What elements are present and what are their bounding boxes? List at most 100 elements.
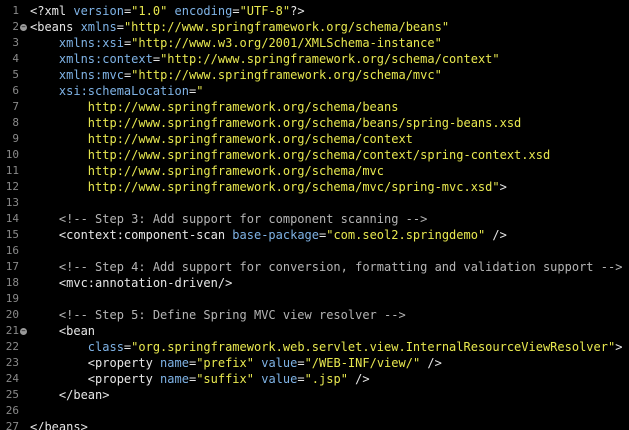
code-token-val: "http://www.springframework.org/schema/m… xyxy=(131,68,442,82)
line-number: 22 xyxy=(5,340,19,353)
code-token-text: > xyxy=(615,340,623,354)
code-line[interactable]: 24 <property name="suffix" value=".jsp" … xyxy=(0,371,629,387)
line-content[interactable]: xsi:schemaLocation=" xyxy=(30,83,204,99)
line-content[interactable]: http://www.springframework.org/schema/mv… xyxy=(30,179,507,195)
code-line[interactable]: 14 <!-- Step 3: Add support for componen… xyxy=(0,211,629,227)
line-number: 19 xyxy=(5,292,19,305)
line-content[interactable]: <beans xmlns="http://www.springframework… xyxy=(30,19,449,35)
code-area[interactable]: 1 <?xml version="1.0" encoding="UTF-8"?> 2… xyxy=(0,3,629,430)
line-content[interactable]: http://www.springframework.org/schema/mv… xyxy=(30,163,384,179)
code-token-val: " xyxy=(196,84,204,98)
line-number: 9 xyxy=(12,132,19,145)
code-token-attr: name xyxy=(160,356,189,370)
code-token-text: <property xyxy=(30,356,161,370)
code-token-attr: xmlns:context xyxy=(58,52,153,66)
code-line[interactable]: 7 http://www.springframework.org/schema/… xyxy=(0,99,629,115)
line-number: 16 xyxy=(5,244,19,257)
line-content[interactable]: xmlns:mvc="http://www.springframework.or… xyxy=(30,67,442,83)
code-token-text: > xyxy=(499,180,507,194)
code-token-val: "http://www.w3.org/2001/XMLSchema-instan… xyxy=(131,36,442,50)
code-token-val: "suffix" xyxy=(196,372,254,386)
code-line[interactable]: 10 http://www.springframework.org/schema… xyxy=(0,147,629,163)
code-line[interactable]: 19 xyxy=(0,291,629,307)
code-token-text: <context:component-scan xyxy=(30,228,233,242)
code-token-text: <property xyxy=(30,372,161,386)
code-line[interactable]: 5 xmlns:mvc="http://www.springframework.… xyxy=(0,67,629,83)
line-content[interactable]: <!-- Step 4: Add support for conversion,… xyxy=(30,259,623,275)
code-line[interactable]: 23 <property name="prefix" value="/WEB-I… xyxy=(0,355,629,371)
code-token-val: "org.springframework.web.servlet.view.In… xyxy=(131,340,616,354)
code-line[interactable]: 20 <!-- Step 5: Define Spring MVC view r… xyxy=(0,307,629,323)
line-content[interactable]: http://www.springframework.org/schema/co… xyxy=(30,131,413,147)
line-number: 8 xyxy=(12,116,19,129)
code-line[interactable]: 1 <?xml version="1.0" encoding="UTF-8"?> xyxy=(0,3,629,19)
line-content[interactable]: class="org.springframework.web.servlet.v… xyxy=(30,339,623,355)
code-token-text: <bean xyxy=(30,324,96,338)
code-token-val: http://www.springframework.org/schema/be… xyxy=(30,116,522,130)
code-line[interactable]: 11 http://www.springframework.org/schema… xyxy=(0,163,629,179)
code-line[interactable]: 21− <bean xyxy=(0,323,629,339)
code-token-text: = xyxy=(152,52,161,66)
code-line[interactable]: 17 <!-- Step 4: Add support for conversi… xyxy=(0,259,629,275)
code-line[interactable]: 15 <context:component-scan base-package=… xyxy=(0,227,629,243)
code-line[interactable]: 3 xmlns:xsi="http://www.w3.org/2001/XMLS… xyxy=(0,35,629,51)
code-line[interactable]: 25 </bean> xyxy=(0,387,629,403)
code-token-attr: base-package xyxy=(232,228,319,242)
line-content[interactable]: </beans> xyxy=(30,419,88,430)
line-number: 3 xyxy=(12,36,19,49)
code-line[interactable]: 12 http://www.springframework.org/schema… xyxy=(0,179,629,195)
code-token-text: <beans xyxy=(30,20,81,34)
code-line[interactable]: 2− <beans xmlns="http://www.springframewo… xyxy=(0,19,629,35)
line-content[interactable]: <bean xyxy=(30,323,95,339)
line-content[interactable]: <!-- Step 3: Add support for component s… xyxy=(30,211,427,227)
fold-collapse-icon[interactable]: − xyxy=(20,328,27,335)
code-editor[interactable]: 1 <?xml version="1.0" encoding="UTF-8"?> 2… xyxy=(0,0,629,430)
line-number: 21 xyxy=(5,324,19,337)
code-token-attr: xsi:schemaLocation xyxy=(58,84,189,98)
line-content[interactable]: http://www.springframework.org/schema/be… xyxy=(30,115,521,131)
code-line[interactable]: 8 http://www.springframework.org/schema/… xyxy=(0,115,629,131)
line-number: 11 xyxy=(5,164,19,177)
fold-collapse-icon[interactable]: − xyxy=(20,24,27,31)
line-content[interactable]: <!-- Step 5: Define Spring MVC view reso… xyxy=(30,307,406,323)
line-content[interactable]: <mvc:annotation-driven/> xyxy=(30,275,232,291)
line-number: 2 xyxy=(12,20,19,33)
line-number: 5 xyxy=(12,68,19,81)
code-token-val: "UTF-8" xyxy=(239,4,291,18)
line-number: 10 xyxy=(5,148,19,161)
code-line[interactable]: 27 </beans> xyxy=(0,419,629,430)
line-content[interactable]: <property name="suffix" value=".jsp" /> xyxy=(30,371,370,387)
code-token-val: "http://www.springframework.org/schema/c… xyxy=(160,52,500,66)
code-line[interactable]: 22 class="org.springframework.web.servle… xyxy=(0,339,629,355)
line-content[interactable]: xmlns:context="http://www.springframewor… xyxy=(30,51,500,67)
line-number: 27 xyxy=(5,420,19,430)
code-token-val: "prefix" xyxy=(196,356,254,370)
line-content[interactable]: xmlns:xsi="http://www.w3.org/2001/XMLSch… xyxy=(30,35,442,51)
line-number: 26 xyxy=(5,404,19,417)
code-token-val: "1.0" xyxy=(131,4,168,18)
line-content[interactable]: http://www.springframework.org/schema/be… xyxy=(30,99,399,115)
line-content[interactable]: </bean> xyxy=(30,387,110,403)
code-token-attr: value xyxy=(261,372,298,386)
line-number: 4 xyxy=(12,52,19,65)
code-token-text: = xyxy=(297,356,305,370)
code-line[interactable]: 16 xyxy=(0,243,629,259)
code-token-text: = xyxy=(116,20,124,34)
code-line[interactable]: 6 xsi:schemaLocation=" xyxy=(0,83,629,99)
line-content[interactable]: http://www.springframework.org/schema/co… xyxy=(30,147,550,163)
code-line[interactable]: 9 http://www.springframework.org/schema/… xyxy=(0,131,629,147)
line-content[interactable]: <property name="prefix" value="/WEB-INF/… xyxy=(30,355,442,371)
code-token-attr: name xyxy=(160,372,189,386)
code-line[interactable]: 13 xyxy=(0,195,629,211)
code-token-attr: xmlns:mvc xyxy=(58,68,124,82)
code-line[interactable]: 4 xmlns:context="http://www.springframew… xyxy=(0,51,629,67)
code-line[interactable]: 26 xyxy=(0,403,629,419)
line-content[interactable]: <context:component-scan base-package="co… xyxy=(30,227,507,243)
code-line[interactable]: 18 <mvc:annotation-driven/> xyxy=(0,275,629,291)
line-content[interactable]: <?xml version="1.0" encoding="UTF-8"?> xyxy=(30,3,305,19)
